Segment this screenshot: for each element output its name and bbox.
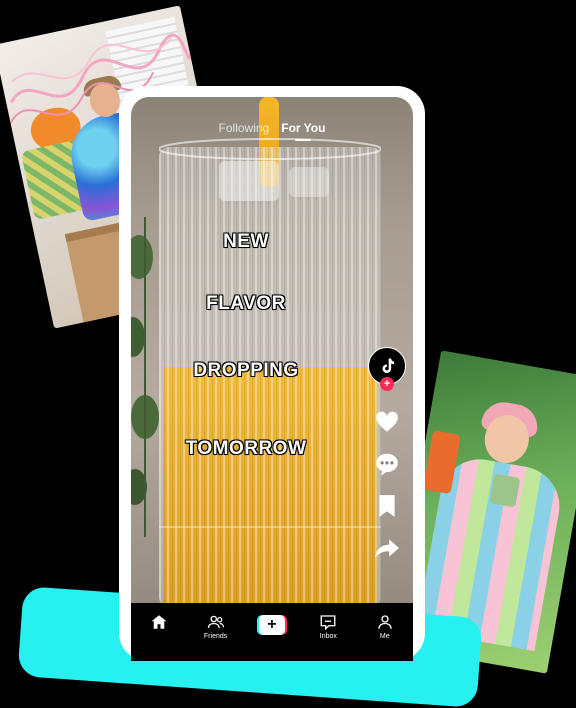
bookmark-icon[interactable] [374,493,400,519]
follow-plus-badge[interactable]: + [380,377,394,391]
inbox-icon [320,615,336,631]
video-feed-screen[interactable]: Following For You NEW FLAVOR DROPPING TO… [131,97,413,661]
caption-word: NEW [223,231,269,252]
share-icon[interactable] [374,535,400,561]
tiktok-logo-icon [382,358,395,373]
home-icon [151,615,167,629]
phone-frame: Following For You NEW FLAVOR DROPPING TO… [119,86,425,661]
nav-label-friends: Friends [203,633,228,640]
caption-word: DROPPING [193,360,299,381]
tab-following[interactable]: Following [219,121,270,135]
comment-icon[interactable] [374,451,400,477]
feed-tabs: Following For You [131,121,413,141]
friends-icon [207,615,224,629]
tab-for-you[interactable]: For You [281,121,325,141]
nav-friends[interactable]: Friends [192,613,240,640]
nav-home[interactable] [135,613,183,633]
creator-avatar[interactable]: + [368,347,406,391]
profile-icon [378,615,392,629]
green-cup [489,473,521,508]
caption-word: FLAVOR [206,293,286,314]
create-plus-icon: + [256,615,287,635]
nav-inbox[interactable]: Inbox [304,613,352,640]
caption-word: TOMORROW [185,438,307,459]
heart-icon[interactable] [374,409,400,435]
bottom-nav: Friends + Inbox Me [131,603,413,661]
nav-create[interactable]: + [248,613,296,635]
nav-label-inbox: Inbox [319,633,337,640]
side-action-bar: + [367,347,407,561]
nav-me[interactable]: Me [361,613,409,640]
nav-label-me: Me [379,633,390,640]
